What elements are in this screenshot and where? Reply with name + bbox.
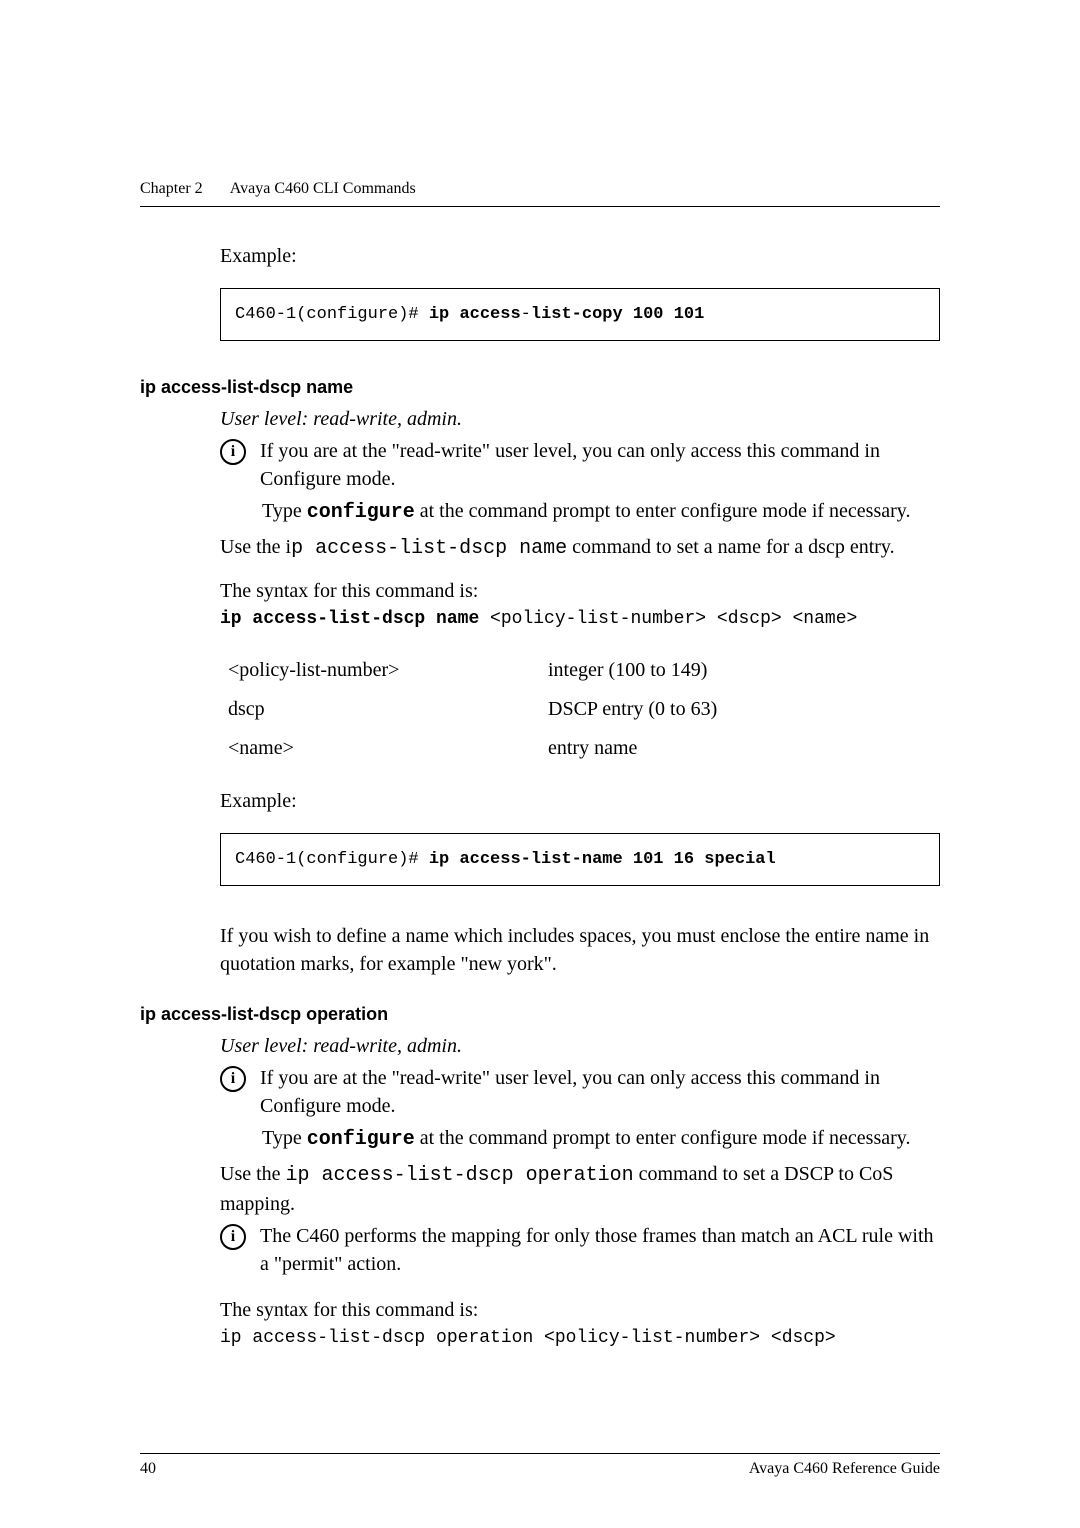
params-table-1: <policy-list-number> integer (100 to 149… [228,651,757,768]
use-before-1: Use the i [220,536,291,558]
use-mono-1: p access-list-dscp name [291,537,567,560]
info-icon: i [220,439,246,465]
note-2-sub-cmd: configure [307,1128,415,1151]
note-2-sub-after: at the command prompt to enter configure… [415,1127,911,1149]
syntax-label-1: The syntax for this command is: [220,577,940,605]
param-key: dscp [228,690,548,729]
use-mono-2: ip access-list-dscp operation [286,1164,634,1187]
param-val: entry name [548,729,757,768]
chapter-title: Avaya C460 CLI Commands [230,180,416,197]
note-row-2: i If you are at the "read-write" user le… [220,1064,940,1120]
use-after-1: command to set a name for a dscp entry. [567,536,894,558]
user-level-2: User level: read-write, admin. [220,1035,940,1058]
top-example-block: Example: C460-1(configure)# ip access-li… [220,245,940,341]
syntax-label-2: The syntax for this command is: [220,1296,940,1324]
note-2-sub-before: Type [262,1127,307,1149]
note-2-sub: Type configure at the command prompt to … [262,1124,940,1154]
note-1-sub: Type configure at the command prompt to … [262,497,940,527]
syntax-args-1: <policy-list-number> <dscp> <name> [479,609,857,629]
section-1-body: User level: read-write, admin. i If you … [220,408,940,978]
code-box-1: C460-1(configure)# ip access-list-copy 1… [220,288,940,341]
page-footer: 40 Avaya C460 Reference Guide [140,1453,940,1478]
use-before-2: Use the [220,1163,286,1185]
param-key: <name> [228,729,548,768]
table-row: dscp DSCP entry (0 to 63) [228,690,757,729]
table-row: <name> entry name [228,729,757,768]
footer-rule [140,1453,940,1454]
example-label: Example: [220,245,940,268]
note-row-1: i If you are at the "read-write" user le… [220,437,940,493]
note-1-sub-cmd: configure [307,501,415,524]
doc-title: Avaya C460 Reference Guide [749,1460,940,1478]
use-text-2: Use the ip access-list-dscp operation co… [220,1160,940,1218]
syntax-line-2: ip access-list-dscp operation <policy-li… [220,1328,940,1348]
code-prompt-2: C460-1(configure)# [235,850,429,869]
code-cmd-2: ip access-list-name 101 16 special [429,850,776,869]
code-prompt: C460-1(configure)# [235,305,429,324]
user-level-1: User level: read-write, admin. [220,408,940,431]
section-2-body: User level: read-write, admin. i If you … [220,1035,940,1348]
note-3-text: The C460 performs the mapping for only t… [260,1222,940,1278]
code-cmd-hyphen: - [521,305,531,324]
use-text-1: Use the ip access-list-dscp name command… [220,533,940,563]
section-2-title: ip access-list-dscp operation [140,1004,940,1025]
note-2-text: If you are at the "read-write" user leve… [260,1064,940,1120]
footer-row: 40 Avaya C460 Reference Guide [140,1460,940,1478]
info-icon: i [220,1224,246,1250]
note-1-sub-after: at the command prompt to enter configure… [415,500,911,522]
example-label-1: Example: [220,790,940,813]
code-cmd-part2: list-copy 100 101 [531,305,704,324]
page-number: 40 [140,1460,156,1478]
param-val: integer (100 to 149) [548,651,757,690]
param-key: <policy-list-number> [228,651,548,690]
table-row: <policy-list-number> integer (100 to 149… [228,651,757,690]
trail-text-1: If you wish to define a name which inclu… [220,922,940,978]
note-1-sub-before: Type [262,500,307,522]
note-row-3: i The C460 performs the mapping for only… [220,1222,940,1278]
code-cmd-part1: ip access [429,305,521,324]
section-1-title: ip access-list-dscp name [140,377,940,398]
page: Chapter 2 Avaya C460 CLI Commands Exampl… [0,0,1080,1528]
syntax-line-1: ip access-list-dscp name <policy-list-nu… [220,609,940,629]
syntax-bold-1: ip access-list-dscp name [220,609,479,629]
chapter-number: Chapter 2 [140,180,203,197]
param-val: DSCP entry (0 to 63) [548,690,757,729]
info-icon: i [220,1066,246,1092]
note-1-text: If you are at the "read-write" user leve… [260,437,940,493]
code-box-2: C460-1(configure)# ip access-list-name 1… [220,833,940,886]
page-header: Chapter 2 Avaya C460 CLI Commands [140,180,940,207]
